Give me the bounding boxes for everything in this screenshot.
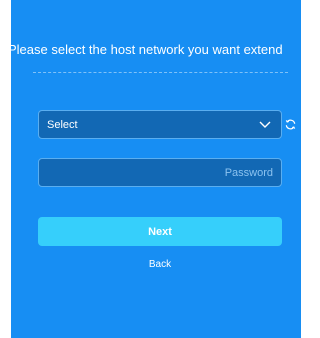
network-select[interactable]: Select: [38, 110, 282, 139]
chevron-down-icon: [259, 121, 271, 128]
network-select-value: Select: [47, 119, 78, 131]
back-link[interactable]: Back: [38, 259, 282, 271]
password-input[interactable]: [38, 158, 282, 187]
page-title: Please select the host network you want …: [8, 42, 283, 57]
title-divider: [33, 72, 288, 73]
refresh-icon[interactable]: [284, 118, 297, 131]
next-button[interactable]: Next: [38, 217, 282, 246]
